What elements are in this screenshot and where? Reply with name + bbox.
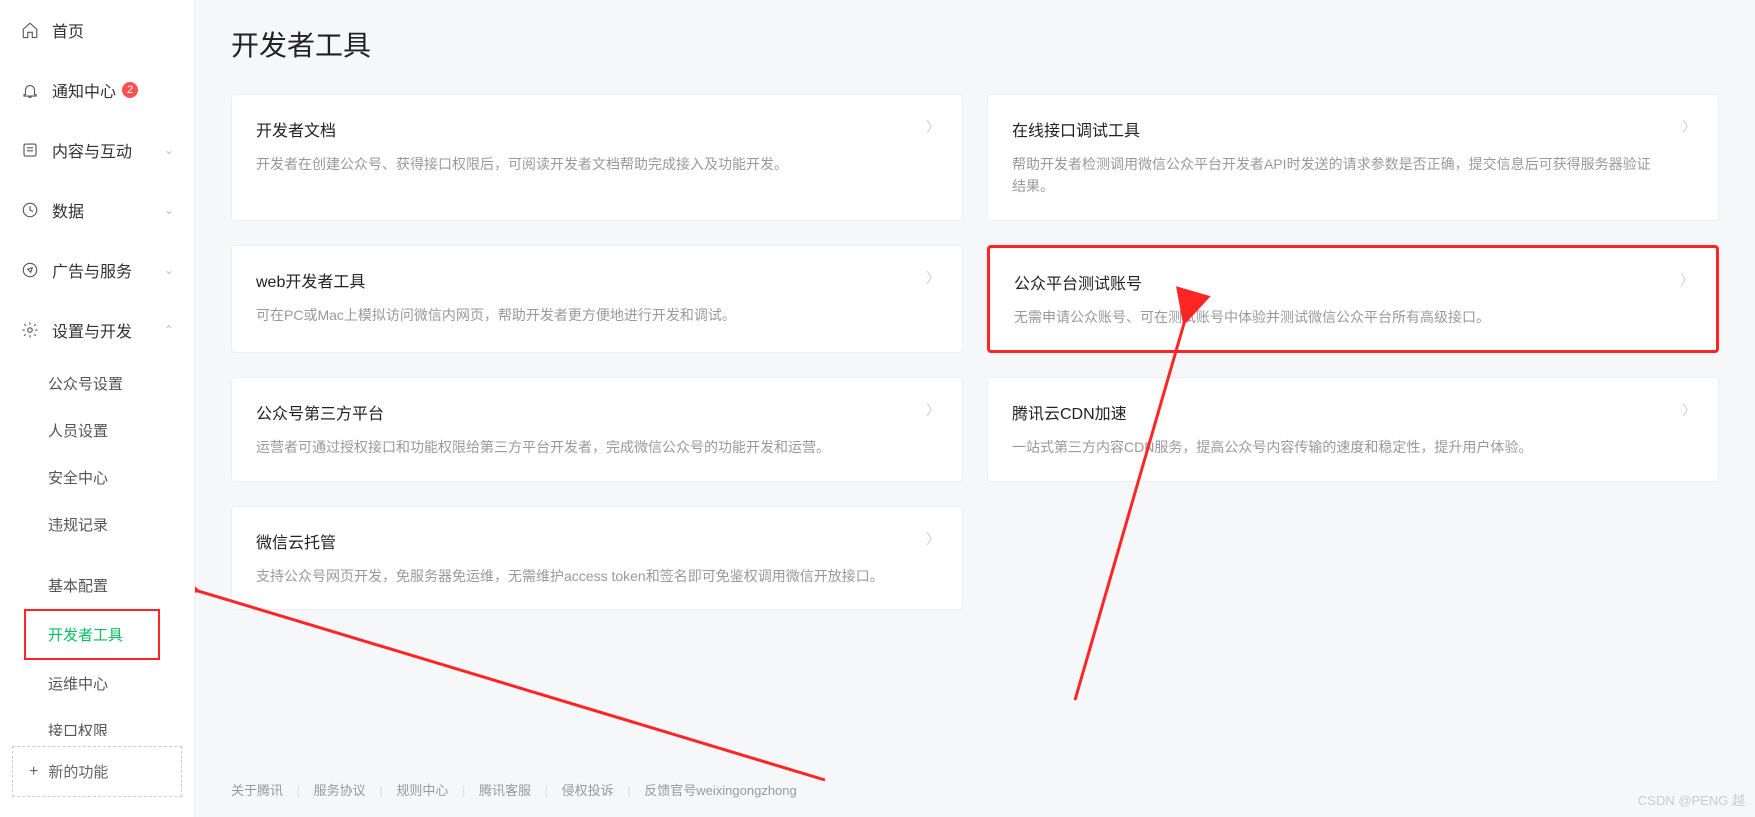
nav-ads[interactable]: 广告与服务 ⌄ — [0, 240, 194, 300]
sub-developer-tools[interactable]: 开发者工具 — [24, 609, 160, 660]
sub-security-center[interactable]: 安全中心 — [48, 454, 194, 501]
new-feature-button[interactable]: + 新的功能 — [12, 746, 182, 797]
card-title: 微信云托管 — [256, 529, 902, 553]
nav-label: 内容与互动 — [52, 138, 132, 162]
footer-about[interactable]: 关于腾讯 — [231, 783, 283, 798]
nav-label: 设置与开发 — [52, 318, 132, 342]
sub-basic-config[interactable]: 基本配置 — [48, 562, 194, 609]
compass-icon — [20, 260, 40, 280]
plus-icon: + — [29, 763, 38, 781]
card-desc: 可在PC或Mac上模拟访问微信内网页，帮助开发者更方便地进行开发和调试。 — [256, 304, 902, 326]
content-icon — [20, 140, 40, 160]
sub-account-settings[interactable]: 公众号设置 — [48, 360, 194, 407]
card-cloud-hosting[interactable]: 微信云托管 支持公众号网页开发，免服务器免运维，无需维护access token… — [231, 506, 963, 610]
footer-feedback[interactable]: 反馈官号weixingongzhong — [644, 783, 796, 798]
chevron-right-icon: 〉 — [1680, 270, 1694, 290]
sidebar: 首页 通知中心 2 内容与互动 ⌄ 数据 ⌄ — [0, 0, 195, 817]
chevron-up-icon: ⌃ — [164, 323, 174, 337]
nav-data[interactable]: 数据 ⌄ — [0, 180, 194, 240]
chevron-right-icon: 〉 — [926, 268, 940, 288]
sub-violation-log[interactable]: 违规记录 — [48, 501, 194, 548]
card-desc: 无需申请公众账号、可在测试账号中体验并测试微信公众平台所有高级接口。 — [1014, 306, 1656, 328]
card-title: 公众平台测试账号 — [1014, 270, 1656, 294]
watermark: CSDN @PENG 越 — [1638, 790, 1745, 809]
chevron-right-icon: 〉 — [926, 117, 940, 137]
gear-icon — [20, 320, 40, 340]
card-third-party[interactable]: 公众号第三方平台 运营者可通过授权接口和功能权限给第三方平台开发者，完成微信公众… — [231, 377, 963, 481]
chevron-down-icon: ⌄ — [164, 143, 174, 157]
bell-icon — [20, 80, 40, 100]
clock-icon — [20, 200, 40, 220]
card-desc: 一站式第三方内容CDN服务，提高公众号内容传输的速度和稳定性，提升用户体验。 — [1012, 436, 1658, 458]
notify-badge: 2 — [122, 82, 138, 98]
card-title: 开发者文档 — [256, 117, 902, 141]
chevron-right-icon: 〉 — [1682, 117, 1696, 137]
new-feature-label: 新的功能 — [48, 761, 108, 782]
card-cdn[interactable]: 腾讯云CDN加速 一站式第三方内容CDN服务，提高公众号内容传输的速度和稳定性，… — [987, 377, 1719, 481]
card-web-devtools[interactable]: web开发者工具 可在PC或Mac上模拟访问微信内网页，帮助开发者更方便地进行开… — [231, 245, 963, 353]
nav-label: 广告与服务 — [52, 258, 132, 282]
nav-label: 首页 — [52, 18, 84, 42]
footer-links: 关于腾讯 | 服务协议 | 规则中心 | 腾讯客服 | 侵权投诉 | 反馈官号w… — [231, 780, 797, 799]
card-desc: 支持公众号网页开发，免服务器免运维，无需维护access token和签名即可免… — [256, 565, 902, 587]
sub-api-permissions[interactable]: 接口权限 — [48, 707, 194, 736]
card-desc: 帮助开发者检测调用微信公众平台开发者API时发送的请求参数是否正确，提交信息后可… — [1012, 153, 1658, 198]
footer-tos[interactable]: 服务协议 — [314, 783, 366, 798]
home-icon — [20, 20, 40, 40]
card-desc: 开发者在创建公众号、获得接口权限后，可阅读开发者文档帮助完成接入及功能开发。 — [256, 153, 902, 175]
card-test-account[interactable]: 公众平台测试账号 无需申请公众账号、可在测试账号中体验并测试微信公众平台所有高级… — [987, 245, 1719, 353]
footer-rules[interactable]: 规则中心 — [396, 783, 448, 798]
nav-label: 数据 — [52, 198, 84, 222]
card-title: 在线接口调试工具 — [1012, 117, 1658, 141]
nav-content[interactable]: 内容与互动 ⌄ — [0, 120, 194, 180]
chevron-down-icon: ⌄ — [164, 203, 174, 217]
card-online-debug[interactable]: 在线接口调试工具 帮助开发者检测调用微信公众平台开发者API时发送的请求参数是否… — [987, 94, 1719, 221]
page-title: 开发者工具 — [195, 24, 1755, 94]
card-desc: 运营者可通过授权接口和功能权限给第三方平台开发者，完成微信公众号的功能开发和运营… — [256, 436, 902, 458]
settings-submenu: 公众号设置 人员设置 安全中心 违规记录 基本配置 开发者工具 运维中心 接口权… — [0, 360, 194, 736]
chevron-right-icon: 〉 — [1682, 400, 1696, 420]
nav-notify[interactable]: 通知中心 2 — [0, 60, 194, 120]
main-content: 开发者工具 开发者文档 开发者在创建公众号、获得接口权限后，可阅读开发者文档帮助… — [195, 0, 1755, 817]
footer-infringe[interactable]: 侵权投诉 — [562, 783, 614, 798]
nav-label: 通知中心 — [52, 78, 116, 102]
card-developer-docs[interactable]: 开发者文档 开发者在创建公众号、获得接口权限后，可阅读开发者文档帮助完成接入及功… — [231, 94, 963, 221]
card-title: 公众号第三方平台 — [256, 400, 902, 424]
chevron-down-icon: ⌄ — [164, 263, 174, 277]
nav-settings[interactable]: 设置与开发 ⌃ — [0, 300, 194, 360]
sub-ops-center[interactable]: 运维中心 — [48, 660, 194, 707]
card-title: 腾讯云CDN加速 — [1012, 400, 1658, 424]
nav-home[interactable]: 首页 — [0, 0, 194, 60]
chevron-right-icon: 〉 — [926, 529, 940, 549]
chevron-right-icon: 〉 — [926, 400, 940, 420]
footer-support[interactable]: 腾讯客服 — [479, 783, 531, 798]
card-title: web开发者工具 — [256, 268, 902, 292]
sub-staff-settings[interactable]: 人员设置 — [48, 407, 194, 454]
